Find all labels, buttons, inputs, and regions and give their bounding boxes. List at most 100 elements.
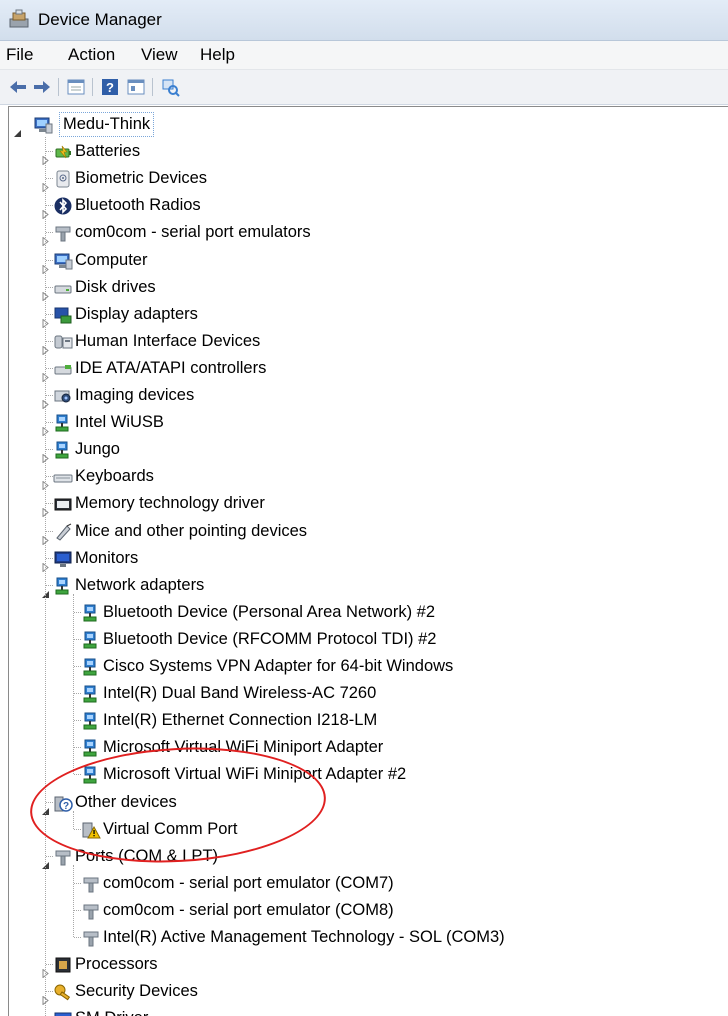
device-category[interactable]: Disk drives <box>9 274 719 302</box>
network-icon <box>81 765 101 785</box>
back-arrow-icon[interactable] <box>8 77 28 97</box>
network-icon <box>81 711 101 731</box>
device-category[interactable]: ? Other devices <box>9 789 719 816</box>
device-category[interactable]: Computer <box>9 247 719 275</box>
node-label: Bluetooth Device (Personal Area Network)… <box>103 602 435 621</box>
node-label: Memory technology driver <box>75 494 265 513</box>
node-label: Keyboards <box>75 467 154 486</box>
node-label: Intel(R) Active Management Technology - … <box>103 928 505 946</box>
device-category[interactable]: Human Interface Devices <box>9 328 719 356</box>
network-icon <box>53 576 73 596</box>
device-item[interactable]: com0com - serial port emulator (COM8) <box>9 897 719 924</box>
menu-view[interactable]: View <box>141 45 178 65</box>
device-tree[interactable]: Medu-Think Batteries Biometric Devices Blue… <box>8 106 728 1016</box>
device-category[interactable]: Imaging devices <box>9 382 719 410</box>
device-category[interactable]: Bluetooth Radios <box>9 192 719 220</box>
node-label: com0com - serial port emulator (COM8) <box>103 900 394 919</box>
security-key-icon <box>53 982 73 1002</box>
biometric-icon <box>53 169 73 189</box>
menu-bar: File Action View Help <box>0 41 728 70</box>
device-item[interactable]: Microsoft Virtual WiFi Miniport Adapter … <box>9 761 719 788</box>
node-label: Microsoft Virtual WiFi Miniport Adapter … <box>103 765 407 784</box>
tree-guide <box>73 864 74 937</box>
node-label: Biometric Devices <box>75 169 208 188</box>
tree-connector <box>74 937 81 938</box>
node-label: Microsoft Virtual WiFi Miniport Adapter <box>103 738 384 757</box>
device-category[interactable]: Memory technology driver <box>9 490 719 518</box>
menu-action[interactable]: Action <box>68 45 115 65</box>
monitor-icon <box>53 549 73 569</box>
view-icon[interactable] <box>126 77 146 97</box>
title-bar: Device Manager <box>0 0 728 41</box>
node-label: SM Driver <box>75 1005 148 1016</box>
menu-help[interactable]: Help <box>200 45 235 65</box>
device-category[interactable]: Network adapters <box>9 572 719 599</box>
computer-icon <box>33 115 53 135</box>
device-category[interactable]: Biometric Devices <box>9 165 719 193</box>
tree-guide <box>73 810 74 829</box>
network-icon <box>53 440 73 460</box>
ide-icon <box>53 359 73 379</box>
collapse-triangle-icon[interactable] <box>13 120 22 137</box>
menu-file[interactable]: File <box>6 45 33 65</box>
bluetooth-icon <box>53 196 73 216</box>
node-label: Monitors <box>75 548 139 567</box>
tree-guide <box>73 593 74 775</box>
device-category[interactable]: Processors <box>9 951 719 979</box>
device-category[interactable]: Jungo <box>9 436 719 464</box>
tree-connector <box>74 666 81 667</box>
port-icon <box>53 223 73 243</box>
node-label: Human Interface Devices <box>75 331 261 350</box>
device-item[interactable]: Intel(R) Active Management Technology - … <box>9 924 719 951</box>
forward-arrow-icon[interactable] <box>32 77 52 97</box>
device-category[interactable]: IDE ATA/ATAPI controllers <box>9 355 719 383</box>
tree-connector <box>74 747 81 749</box>
node-label: IDE ATA/ATAPI controllers <box>75 358 267 377</box>
device-category[interactable]: Mice and other pointing devices <box>9 518 719 546</box>
device-item[interactable]: Virtual Comm Port <box>9 816 719 843</box>
device-item[interactable]: com0com - serial port emulator (COM7) <box>9 870 719 897</box>
node-label: Imaging devices <box>75 386 195 404</box>
node-label: Mice and other pointing devices <box>75 521 308 540</box>
device-item[interactable]: Cisco Systems VPN Adapter for 64-bit Win… <box>9 653 719 680</box>
device-item[interactable]: Bluetooth Device (Personal Area Network)… <box>9 599 719 626</box>
node-label: com0com - serial port emulator (COM7) <box>103 873 394 892</box>
device-item[interactable]: Intel(R) Ethernet Connection I218-LM <box>9 707 719 734</box>
node-label: Processors <box>75 955 158 974</box>
battery-icon <box>53 142 73 162</box>
network-icon <box>81 738 101 758</box>
port-icon <box>53 847 73 867</box>
device-category[interactable]: Keyboards <box>9 463 719 491</box>
device-item[interactable]: Bluetooth Device (RFCOMM Protocol TDI) #… <box>9 626 719 653</box>
tree-root[interactable]: Medu-Think <box>9 111 719 138</box>
device-category[interactable]: Ports (COM & LPT) <box>9 843 719 870</box>
tree-connector <box>74 774 81 776</box>
network-icon <box>53 413 73 433</box>
network-icon <box>81 603 101 623</box>
device-category[interactable]: Intel WiUSB <box>9 409 719 437</box>
tree-connector <box>74 611 81 613</box>
device-manager-icon <box>9 9 29 28</box>
port-icon <box>81 901 101 921</box>
node-label: Disk drives <box>75 277 156 296</box>
help-icon[interactable]: ? <box>100 77 120 97</box>
device-category[interactable]: Monitors <box>9 545 719 573</box>
device-item[interactable]: Microsoft Virtual WiFi Miniport Adapter <box>9 734 719 761</box>
device-category[interactable]: Security Devices <box>9 978 719 1006</box>
properties-icon[interactable] <box>66 77 86 97</box>
svg-text:?: ? <box>63 801 69 812</box>
unknown-device-icon: ? <box>53 793 73 813</box>
device-item[interactable]: Intel(R) Dual Band Wireless-AC 7260 <box>9 680 719 707</box>
device-category[interactable]: com0com - serial port emulators <box>9 219 719 247</box>
node-label: Intel(R) Dual Band Wireless-AC 7260 <box>103 684 377 703</box>
memory-icon <box>53 494 73 514</box>
device-category[interactable]: SM Driver <box>9 1005 719 1016</box>
device-category[interactable]: Batteries <box>9 138 719 166</box>
node-label: Other devices <box>75 792 177 811</box>
node-label: Display adapters <box>75 304 198 323</box>
scan-hardware-icon[interactable] <box>160 77 180 97</box>
device-category[interactable]: Display adapters <box>9 301 719 329</box>
hid-icon <box>53 332 73 352</box>
disk-icon <box>53 278 73 298</box>
warning-device-icon <box>81 820 101 840</box>
